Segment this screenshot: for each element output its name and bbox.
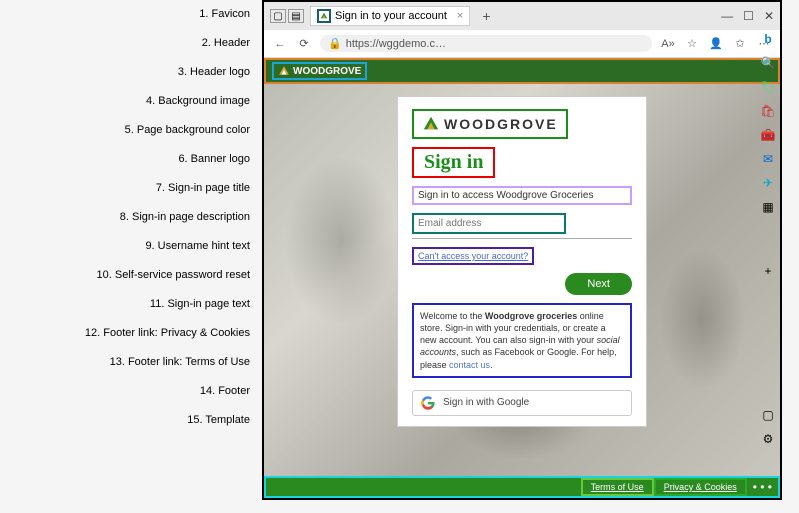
annotation-item: 12. Footer link: Privacy & Cookies (0, 327, 260, 341)
annotation-item: 5. Page background color (0, 124, 260, 138)
banner-brand-text: WOODGROVE (444, 116, 558, 132)
privacy-cookies-link[interactable]: Privacy & Cookies (654, 478, 747, 496)
page-footer: Terms of Use Privacy & Cookies • • • (264, 476, 780, 498)
signin-page-text: Welcome to the Woodgrove groceries onlin… (412, 303, 632, 378)
tag-icon[interactable]: 🏷 (760, 80, 776, 94)
google-icon (421, 396, 435, 410)
tools-icon[interactable]: 🧰 (760, 128, 776, 142)
annotation-item: 1. Favicon (0, 8, 260, 22)
close-window-button[interactable]: ✕ (764, 9, 774, 23)
signin-description: Sign in to access Woodgrove Groceries (412, 186, 632, 205)
new-tab-button[interactable]: + (476, 8, 496, 24)
bing-icon[interactable]: b (760, 32, 776, 46)
add-favorite-icon[interactable]: ☆ (684, 37, 700, 50)
tab-overview-icon[interactable]: ▢ (270, 9, 286, 23)
profile-icon[interactable]: 👤 (708, 37, 724, 50)
apps-icon[interactable]: ▦ (760, 200, 776, 214)
signin-title: Sign in (412, 147, 495, 178)
maximize-button[interactable]: ☐ (743, 9, 754, 23)
back-button[interactable]: ← (272, 38, 288, 50)
add-sidebar-icon[interactable]: + (760, 264, 776, 278)
outlook-icon[interactable]: ✉ (760, 152, 776, 166)
tab-controls: ▢ ▤ (270, 9, 304, 23)
tab-close-icon[interactable]: × (457, 10, 463, 22)
contact-us-link[interactable]: contact us (449, 360, 490, 370)
favorites-icon[interactable]: ✩ (732, 37, 748, 50)
url-text: https://wggdemo.c… (346, 38, 446, 50)
annotation-item: 4. Background image (0, 95, 260, 109)
background-image: WOODGROVE Sign in Sign in to access Wood… (264, 84, 780, 476)
edge-sidebar: b 🔍 🏷 🛍 🧰 ✉ ✈ ▦ + ▢ ⚙ (760, 32, 776, 446)
tab-title: Sign in to your account (335, 10, 447, 22)
annotation-item: 14. Footer (0, 385, 260, 399)
browser-window: ▢ ▤ Sign in to your account × + — ☐ ✕ ← … (262, 0, 782, 500)
google-signin-button[interactable]: Sign in with Google (412, 390, 632, 416)
signin-card: WOODGROVE Sign in Sign in to access Wood… (397, 96, 647, 427)
forgot-password-link[interactable]: Can't access your account? (412, 247, 534, 265)
annotation-item: 6. Banner logo (0, 153, 260, 167)
annotation-item: 2. Header (0, 37, 260, 51)
header-logo[interactable]: WOODGROVE (272, 62, 367, 80)
next-button[interactable]: Next (565, 273, 632, 295)
banner-logo: WOODGROVE (412, 109, 568, 139)
annotation-item: 13. Footer link: Terms of Use (0, 356, 260, 370)
sidebar-toggle-icon[interactable]: ▢ (760, 408, 776, 422)
google-label: Sign in with Google (443, 397, 529, 408)
annotation-item: 15. Template (0, 414, 260, 428)
annotation-item: 7. Sign-in page title (0, 182, 260, 196)
page-header: WOODGROVE (264, 58, 780, 84)
minimize-button[interactable]: — (721, 9, 733, 23)
reload-button[interactable]: ⟳ (296, 37, 312, 50)
footer-more-icon[interactable]: • • • (747, 478, 778, 496)
input-underline (412, 238, 632, 239)
address-bar: ← ⟳ 🔒 https://wggdemo.c… A» ☆ 👤 ✩ ⋯ (264, 30, 780, 58)
titlebar: ▢ ▤ Sign in to your account × + — ☐ ✕ (264, 2, 780, 30)
url-box[interactable]: 🔒 https://wggdemo.c… (320, 35, 652, 52)
annotation-list: 1. Favicon 2. Header 3. Header logo 4. B… (0, 0, 260, 513)
lock-icon: 🔒 (328, 37, 342, 50)
browser-tab[interactable]: Sign in to your account × (310, 6, 470, 26)
terms-of-use-link[interactable]: Terms of Use (581, 478, 654, 496)
annotation-item: 11. Sign-in page text (0, 298, 260, 312)
annotation-item: 8. Sign-in page description (0, 211, 260, 225)
read-aloud-icon[interactable]: A» (660, 38, 676, 50)
email-field[interactable] (412, 213, 566, 234)
header-brand-text: WOODGROVE (293, 66, 361, 77)
annotation-item: 3. Header logo (0, 66, 260, 80)
send-icon[interactable]: ✈ (760, 176, 776, 190)
annotation-item: 10. Self-service password reset (0, 269, 260, 283)
favicon (317, 9, 331, 23)
page-content: WOODGROVE WOODGROVE Sign in Sign in to a… (264, 58, 780, 498)
settings-icon[interactable]: ⚙ (760, 432, 776, 446)
search-icon[interactable]: 🔍 (760, 56, 776, 70)
annotation-item: 9. Username hint text (0, 240, 260, 254)
tab-list-icon[interactable]: ▤ (288, 9, 304, 23)
shopping-icon[interactable]: 🛍 (760, 104, 776, 118)
